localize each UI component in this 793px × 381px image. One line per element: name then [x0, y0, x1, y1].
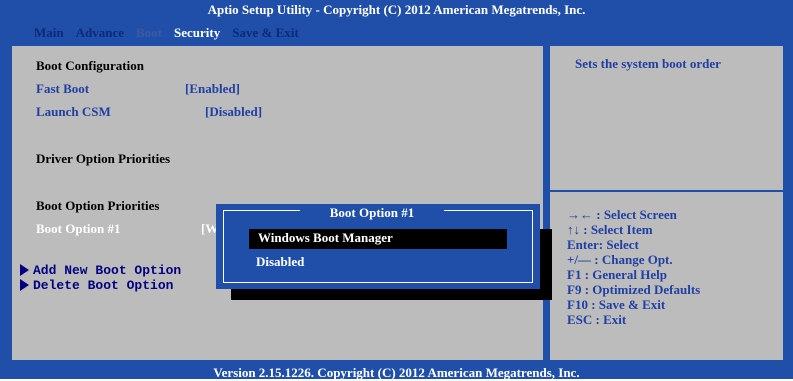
- help-description: Sets the system boot order: [575, 56, 721, 71]
- tab-advance[interactable]: Advance: [70, 21, 130, 41]
- key-exit: ESC : Exit: [567, 312, 627, 327]
- key-save-exit: F10 : Save & Exit: [567, 297, 666, 312]
- fast-boot-label[interactable]: Fast Boot: [36, 81, 89, 97]
- submenu-arrow-icon: [20, 278, 29, 291]
- tab-boot[interactable]: Boot: [130, 21, 168, 41]
- driver-option-priorities-heading: Driver Option Priorities: [36, 151, 171, 166]
- key-legend: →← : Select Screen ↑↓ : Select Item Ente…: [567, 207, 700, 327]
- boot-configuration-heading: Boot Configuration: [36, 58, 144, 73]
- popup-option-windows-boot-manager[interactable]: Windows Boot Manager: [258, 230, 393, 246]
- boot-option-1-label[interactable]: Boot Option #1: [36, 221, 121, 237]
- launch-csm-value[interactable]: [Disabled]: [205, 104, 262, 120]
- help-divider: [548, 190, 785, 192]
- tab-save-exit[interactable]: Save & Exit: [226, 21, 304, 41]
- delete-boot-option[interactable]: Delete Boot Option: [20, 274, 173, 293]
- key-general-help: F1 : General Help: [567, 267, 668, 282]
- launch-csm-label[interactable]: Launch CSM: [36, 104, 111, 120]
- menu-bar: Main Advance Boot Security Save & Exit: [28, 21, 305, 41]
- delete-boot-option-label: Delete Boot Option: [33, 278, 174, 293]
- key-select-item: ↑↓ : Select Item: [567, 222, 653, 237]
- key-optimized-defaults: F9 : Optimized Defaults: [567, 282, 701, 297]
- tab-security[interactable]: Security: [168, 21, 227, 41]
- popup-title: Boot Option #1: [300, 205, 444, 221]
- fast-boot-value[interactable]: [Enabled]: [185, 81, 240, 97]
- tab-main[interactable]: Main: [28, 21, 70, 41]
- key-change-opt: +/— : Change Opt.: [567, 252, 673, 267]
- key-enter-select: Enter: Select: [567, 237, 639, 252]
- utility-title: Aptio Setup Utility - Copyright (C) 2012…: [207, 2, 586, 17]
- boot-option-priorities-heading: Boot Option Priorities: [36, 198, 160, 213]
- popup-option-disabled[interactable]: Disabled: [256, 254, 304, 270]
- key-select-screen: →← : Select Screen: [567, 207, 677, 222]
